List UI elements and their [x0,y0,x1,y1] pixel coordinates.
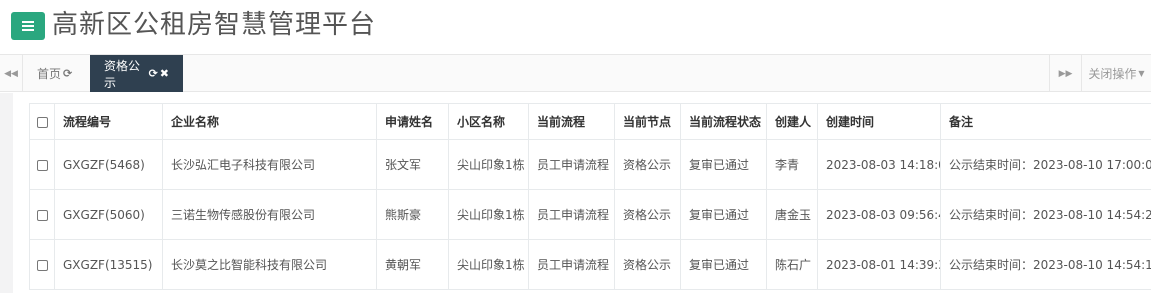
table-cell: 李青 [766,139,818,190]
caret-down-icon: ▼ [1138,69,1145,78]
tab-bar: ◀◀ 首页 ⟳ 资格公示 ⟳ ✖ ▶▶ 关闭操作 ▼ [0,54,1151,92]
table-cell: 2023-08-03 09:56:41 [817,189,941,240]
app-title: 高新区公租房智慧管理平台 [52,10,377,40]
refresh-icon[interactable]: ⟳ [63,67,72,80]
column-header[interactable]: 创建时间 [817,103,941,140]
table-cell: 复审已通过 [680,139,767,190]
table-cell: 尖山印象1栋 [448,139,529,190]
refresh-icon[interactable]: ⟳ [149,67,158,80]
tab-home[interactable]: 首页 ⟳ [23,55,90,92]
table-cell: 公示结束时间：2023-08-10 14:54:19 [940,239,1151,290]
table-panel: 流程编号 企业名称 申请姓名 小区名称 当前流程 当前节点 当前流程状态 创建人… [13,93,1151,293]
table-cell: 张文军 [376,139,449,190]
scroll-tabs-left-button[interactable]: ◀◀ [0,55,23,92]
select-all-checkbox[interactable] [36,116,48,128]
table-cell: 长沙莫之比智能科技有限公司 [162,239,377,290]
table-cell: 尖山印象1栋 [448,239,529,290]
table-cell: 资格公示 [614,239,681,290]
column-header[interactable]: 流程编号 [54,103,163,140]
column-header[interactable]: 创建人 [766,103,818,140]
top-header: 高新区公租房智慧管理平台 [0,0,1151,54]
row-checkbox[interactable] [36,209,48,221]
row-checkbox-cell[interactable] [29,239,55,290]
tab-qualification-notice[interactable]: 资格公示 ⟳ ✖ [90,55,183,92]
scroll-tabs-right-button[interactable]: ▶▶ [1049,55,1082,92]
close-operations-dropdown[interactable]: 关闭操作 ▼ [1082,55,1151,92]
content-area: 流程编号 企业名称 申请姓名 小区名称 当前流程 当前节点 当前流程状态 创建人… [0,93,1151,293]
row-checkbox[interactable] [36,159,48,171]
table-cell: 公示结束时间：2023-08-10 17:00:04 [940,139,1151,190]
table-cell: 熊斯豪 [376,189,449,240]
double-chevron-left-icon: ◀◀ [4,68,18,79]
tab-active-label: 资格公示 [104,58,141,90]
column-header[interactable]: 企业名称 [162,103,377,140]
column-header[interactable]: 小区名称 [448,103,529,140]
table-cell: 员工申请流程 [528,139,615,190]
table-row[interactable]: GXGZF(13515) 长沙莫之比智能科技有限公司 黄朝军 尖山印象1栋 员工… [29,239,1151,290]
table-cell: 员工申请流程 [528,239,615,290]
column-header[interactable]: 当前流程 [528,103,615,140]
table-cell: 复审已通过 [680,239,767,290]
row-checkbox-cell[interactable] [29,189,55,240]
column-header[interactable]: 当前流程状态 [680,103,767,140]
table-cell: 复审已通过 [680,189,767,240]
table-cell: 唐金玉 [766,189,818,240]
table-cell: GXGZF(5468) [54,139,163,190]
row-checkbox[interactable] [36,259,48,271]
double-chevron-right-icon: ▶▶ [1058,68,1073,79]
hamburger-icon [22,21,34,31]
menu-toggle-button[interactable] [11,12,45,40]
row-checkbox-cell[interactable] [29,139,55,190]
table-row[interactable]: GXGZF(5060) 三诺生物传感股份有限公司 熊斯豪 尖山印象1栋 员工申请… [29,189,1151,240]
table-cell: GXGZF(5060) [54,189,163,240]
table-cell: 2023-08-01 14:39:33 [817,239,941,290]
table-cell: 公示结束时间：2023-08-10 14:54:27 [940,189,1151,240]
column-header[interactable]: 申请姓名 [376,103,449,140]
column-header[interactable]: 备注 [940,103,1151,140]
table-cell: 陈石广 [766,239,818,290]
table-cell: 三诺生物传感股份有限公司 [162,189,377,240]
table-cell: 尖山印象1栋 [448,189,529,240]
table-header-row: 流程编号 企业名称 申请姓名 小区名称 当前流程 当前节点 当前流程状态 创建人… [29,103,1151,140]
close-icon[interactable]: ✖ [160,67,169,80]
table-cell: 2023-08-03 14:18:04 [817,139,941,190]
data-table: 流程编号 企业名称 申请姓名 小区名称 当前流程 当前节点 当前流程状态 创建人… [29,103,1151,290]
table-cell: 资格公示 [614,139,681,190]
table-row[interactable]: GXGZF(5468) 长沙弘汇电子科技有限公司 张文军 尖山印象1栋 员工申请… [29,139,1151,190]
table-cell: GXGZF(13515) [54,239,163,290]
table-cell: 长沙弘汇电子科技有限公司 [162,139,377,190]
select-all-checkbox-cell[interactable] [29,103,55,140]
tab-home-label: 首页 [37,67,62,81]
table-cell: 资格公示 [614,189,681,240]
column-header[interactable]: 当前节点 [614,103,681,140]
table-cell: 员工申请流程 [528,189,615,240]
close-operations-label: 关闭操作 [1088,67,1137,81]
table-cell: 黄朝军 [376,239,449,290]
